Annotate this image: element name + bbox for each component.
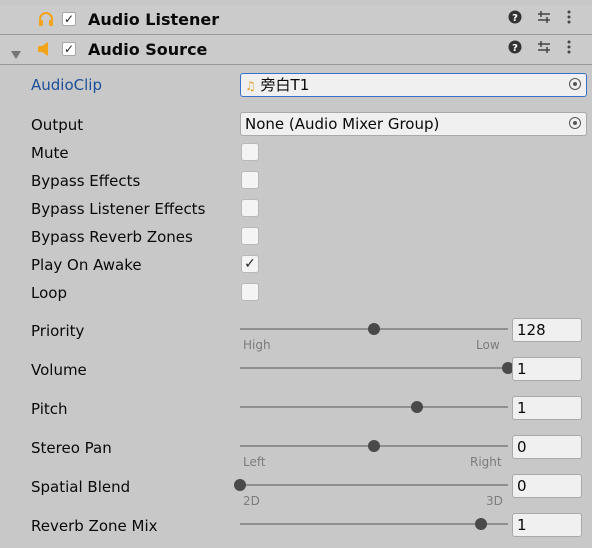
reverb-zone-mix-label: Reverb Zone Mix [31, 517, 158, 535]
kebab-menu-icon[interactable] [567, 10, 571, 28]
audio-listener-header[interactable]: ✓ Audio Listener ? [0, 5, 592, 35]
mute-label: Mute [31, 144, 69, 162]
audio-source-title: Audio Source [88, 40, 208, 59]
spatial-blend-slider[interactable] [234, 479, 508, 491]
output-value: None (Audio Mixer Group) [245, 115, 440, 133]
stereo-pan-max-label: Right [470, 455, 502, 469]
stereo-pan-slider-knob[interactable] [368, 440, 380, 452]
priority-slider[interactable] [240, 323, 508, 335]
svg-text:?: ? [512, 13, 518, 24]
mute-checkbox[interactable] [241, 143, 259, 161]
priority-label: Priority [31, 322, 85, 340]
presets-icon[interactable] [537, 10, 551, 28]
stereo-pan-slider[interactable] [240, 440, 508, 452]
pitch-slider-knob[interactable] [410, 401, 423, 413]
spatial-blend-slider-knob[interactable] [234, 479, 246, 491]
priority-slider-knob[interactable] [368, 323, 380, 335]
bypass-reverb-zones-checkbox[interactable] [241, 227, 259, 245]
audioclip-field[interactable]: ♫ 旁白T1 [240, 73, 587, 97]
pitch-slider[interactable] [240, 401, 508, 413]
stereo-pan-label: Stereo Pan [31, 439, 112, 457]
foldout-arrow-icon[interactable] [11, 45, 21, 63]
bypass-listener-effects-checkbox[interactable] [241, 199, 259, 217]
bypass-effects-label: Bypass Effects [31, 172, 141, 190]
svg-text:?: ? [512, 43, 518, 54]
priority-max-label: Low [476, 338, 500, 352]
kebab-menu-icon[interactable] [567, 40, 571, 58]
reverb-zone-mix-slider-knob[interactable] [475, 518, 488, 530]
stereo-pan-input[interactable]: 0 [512, 435, 582, 459]
audio-listener-enabled-checkbox[interactable]: ✓ [62, 12, 76, 26]
headphones-icon [38, 11, 54, 31]
reverb-zone-mix-slider[interactable] [240, 518, 508, 530]
bypass-reverb-zones-label: Bypass Reverb Zones [31, 228, 193, 246]
audio-source-header[interactable]: ✓ Audio Source ? [0, 35, 592, 65]
output-label: Output [31, 116, 84, 134]
volume-input[interactable]: 1 [512, 357, 582, 381]
pitch-label: Pitch [31, 400, 68, 418]
object-picker-icon[interactable] [569, 117, 581, 129]
stereo-pan-min-label: Left [243, 455, 266, 469]
audio-source-enabled-checkbox[interactable]: ✓ [62, 42, 76, 56]
bypass-effects-checkbox[interactable] [241, 171, 259, 189]
audio-file-icon: ♫ [245, 79, 256, 93]
play-on-awake-checkbox[interactable]: ✓ [241, 255, 259, 273]
loop-label: Loop [31, 284, 67, 302]
volume-slider[interactable] [240, 362, 514, 374]
reverb-zone-mix-input[interactable]: 1 [512, 513, 582, 537]
loop-checkbox[interactable] [241, 283, 259, 301]
spatial-blend-max-label: 3D [486, 494, 503, 508]
bypass-listener-effects-label: Bypass Listener Effects [31, 200, 206, 218]
play-on-awake-label: Play On Awake [31, 256, 142, 274]
speaker-icon [37, 41, 53, 61]
audioclip-label: AudioClip [31, 76, 102, 94]
object-picker-icon[interactable] [569, 78, 581, 90]
spatial-blend-min-label: 2D [243, 494, 260, 508]
output-field[interactable]: None (Audio Mixer Group) [240, 112, 587, 136]
help-icon[interactable]: ? [508, 40, 522, 58]
presets-icon[interactable] [537, 40, 551, 58]
spatial-blend-input[interactable]: 0 [512, 474, 582, 498]
help-icon[interactable]: ? [508, 10, 522, 28]
priority-input[interactable]: 128 [512, 318, 582, 342]
audio-listener-title: Audio Listener [88, 10, 220, 29]
pitch-input[interactable]: 1 [512, 396, 582, 420]
spatial-blend-label: Spatial Blend [31, 478, 131, 496]
volume-label: Volume [31, 361, 87, 379]
priority-min-label: High [243, 338, 271, 352]
audioclip-value: 旁白T1 [260, 76, 310, 94]
